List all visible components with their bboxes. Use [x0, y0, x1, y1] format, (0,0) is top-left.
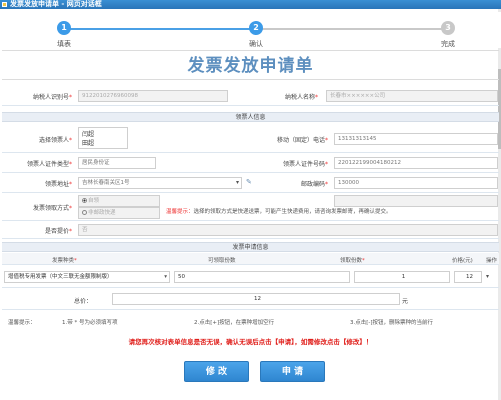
step-number: 1	[57, 21, 71, 35]
taxpayer-row: 纳税人识别号* 9122010276960098 纳税人名称* 长春市×××××…	[2, 86, 499, 106]
recipient-section-header: 领票人信息	[2, 112, 499, 122]
tip-2: 2.点击[+]按钮，在票种增加空行	[194, 320, 275, 326]
confirm-warning: 请您再次核对表单信息是否无误，确认无误后点击【申请】，如需修改点击【修改】！	[128, 338, 373, 346]
total-field[interactable]: 12	[112, 293, 400, 305]
col-price-header: 价格(元)	[452, 258, 473, 264]
postcode-field[interactable]: 130000	[334, 177, 498, 189]
urgent-row: 是否提价* 否	[2, 221, 499, 239]
id-number-label: 领票人证件号码*	[282, 161, 328, 168]
col-type-header: 发票种类*	[52, 258, 77, 264]
invoice-table-header: 发票种类* 可领取份数 领取份数* 价格(元) 操作	[2, 253, 499, 265]
step-done: 3 完成	[418, 21, 478, 49]
taxpayer-id-label: 纳税人识别号*	[32, 94, 72, 101]
id-number-field[interactable]: 220122199004180212	[334, 157, 498, 169]
postcode-label: 邮政编码*	[300, 181, 328, 188]
tip-1: 1.带 * 号为必须填写项	[62, 320, 118, 326]
address-label: 领票地址*	[44, 181, 72, 188]
requested-count-field[interactable]: 1	[354, 271, 450, 283]
apply-button[interactable]: 申 请	[260, 361, 325, 382]
dropdown-icon[interactable]: ▾	[486, 273, 489, 280]
chevron-down-icon: ▾	[164, 274, 167, 280]
modify-button[interactable]: 修 改	[184, 361, 249, 382]
urgent-label: 是否提价*	[44, 228, 72, 235]
invoice-section-header: 发票申请信息	[2, 242, 499, 252]
delivery-method-express[interactable]: 非邮政快递	[78, 207, 160, 219]
col-requested-header: 领取份数*	[340, 258, 365, 264]
address-select[interactable]: 吉林长春南关区1号 ▾	[78, 177, 242, 189]
step-label: 完成	[441, 40, 455, 48]
invoice-type-select[interactable]: 增值税专用发票（中文三联无金额限制版） ▾	[4, 271, 170, 283]
invoice-type-value: 增值税专用发票（中文三联无金额限制版）	[8, 274, 113, 280]
tips-prefix: 温馨提示：	[8, 320, 36, 326]
total-label: 总价：	[73, 298, 92, 305]
phone-field[interactable]: 13131313145	[334, 133, 498, 145]
progress-steps: 1 填表 2 确认 3 完成	[0, 12, 501, 48]
id-type-field[interactable]: 居民身份证	[78, 157, 156, 169]
delivery-method-label: 发票领取方式*	[32, 205, 72, 212]
recipient-option[interactable]: 田超	[82, 139, 124, 148]
step-fill: 1 填表	[34, 21, 94, 49]
taxpayer-name-field[interactable]: 长春市××××××公司	[326, 90, 498, 102]
col-available-header: 可领取份数	[208, 258, 236, 264]
address-row: 领票地址* 吉林长春南关区1号 ▾ ✎ 邮政编码* 130000	[2, 173, 499, 193]
recipient-name-row: 选择领票人* 闫超 田超 移动（固定）电话* 13131313145	[2, 123, 499, 153]
app-icon	[2, 2, 7, 7]
chevron-down-icon: ▾	[235, 179, 239, 186]
total-row: 总价： 12 元	[2, 288, 499, 310]
radio-icon	[82, 210, 87, 215]
delivery-address-field[interactable]	[334, 195, 498, 207]
price-field[interactable]: 12	[454, 271, 482, 283]
taxpayer-id-field[interactable]: 9122010276960098	[78, 90, 228, 102]
tip-3: 3.点击[-]按钮，删除票种的当前行	[350, 320, 434, 326]
table-row: 增值税专用发票（中文三联无金额限制版） ▾ 50 1 12 ▾	[2, 266, 499, 288]
window-titlebar: 发票发放申请单 - 网页对话框	[0, 0, 501, 9]
window-title: 发票发放申请单 - 网页对话框	[10, 0, 102, 8]
edit-icon[interactable]: ✎	[246, 179, 253, 186]
urgent-select[interactable]: 否	[78, 224, 498, 236]
step-label: 确认	[249, 40, 263, 48]
step-number: 3	[441, 21, 455, 35]
recipient-id-row: 领票人证件类型* 居民身份证 领票人证件号码* 2201221990041802…	[2, 153, 499, 173]
radio-selected-icon	[82, 198, 87, 203]
available-count-field[interactable]: 50	[174, 271, 350, 283]
delivery-method-self[interactable]: 自领	[78, 195, 160, 207]
address-value: 吉林长春南关区1号	[82, 180, 130, 186]
recipient-option[interactable]: 闫超	[82, 130, 124, 139]
recipient-name-label: 选择领票人*	[38, 137, 72, 144]
page-title: 发票发放申请单	[2, 50, 499, 80]
total-unit: 元	[402, 298, 409, 305]
step-number: 2	[249, 21, 263, 35]
phone-label: 移动（固定）电话*	[276, 137, 328, 144]
recipient-name-list[interactable]: 闫超 田超	[78, 127, 128, 149]
delivery-hint: 温馨提示：选择的领取方式是快递送票，可能产生快递费用，请咨询发票邮寄，再确认提交…	[166, 209, 392, 215]
col-action-header: 操作	[486, 258, 498, 264]
id-type-label: 领票人证件类型*	[26, 161, 72, 168]
step-confirm: 2 确认	[226, 21, 286, 49]
step-label: 填表	[57, 40, 71, 48]
taxpayer-name-label: 纳税人名称*	[284, 94, 318, 101]
